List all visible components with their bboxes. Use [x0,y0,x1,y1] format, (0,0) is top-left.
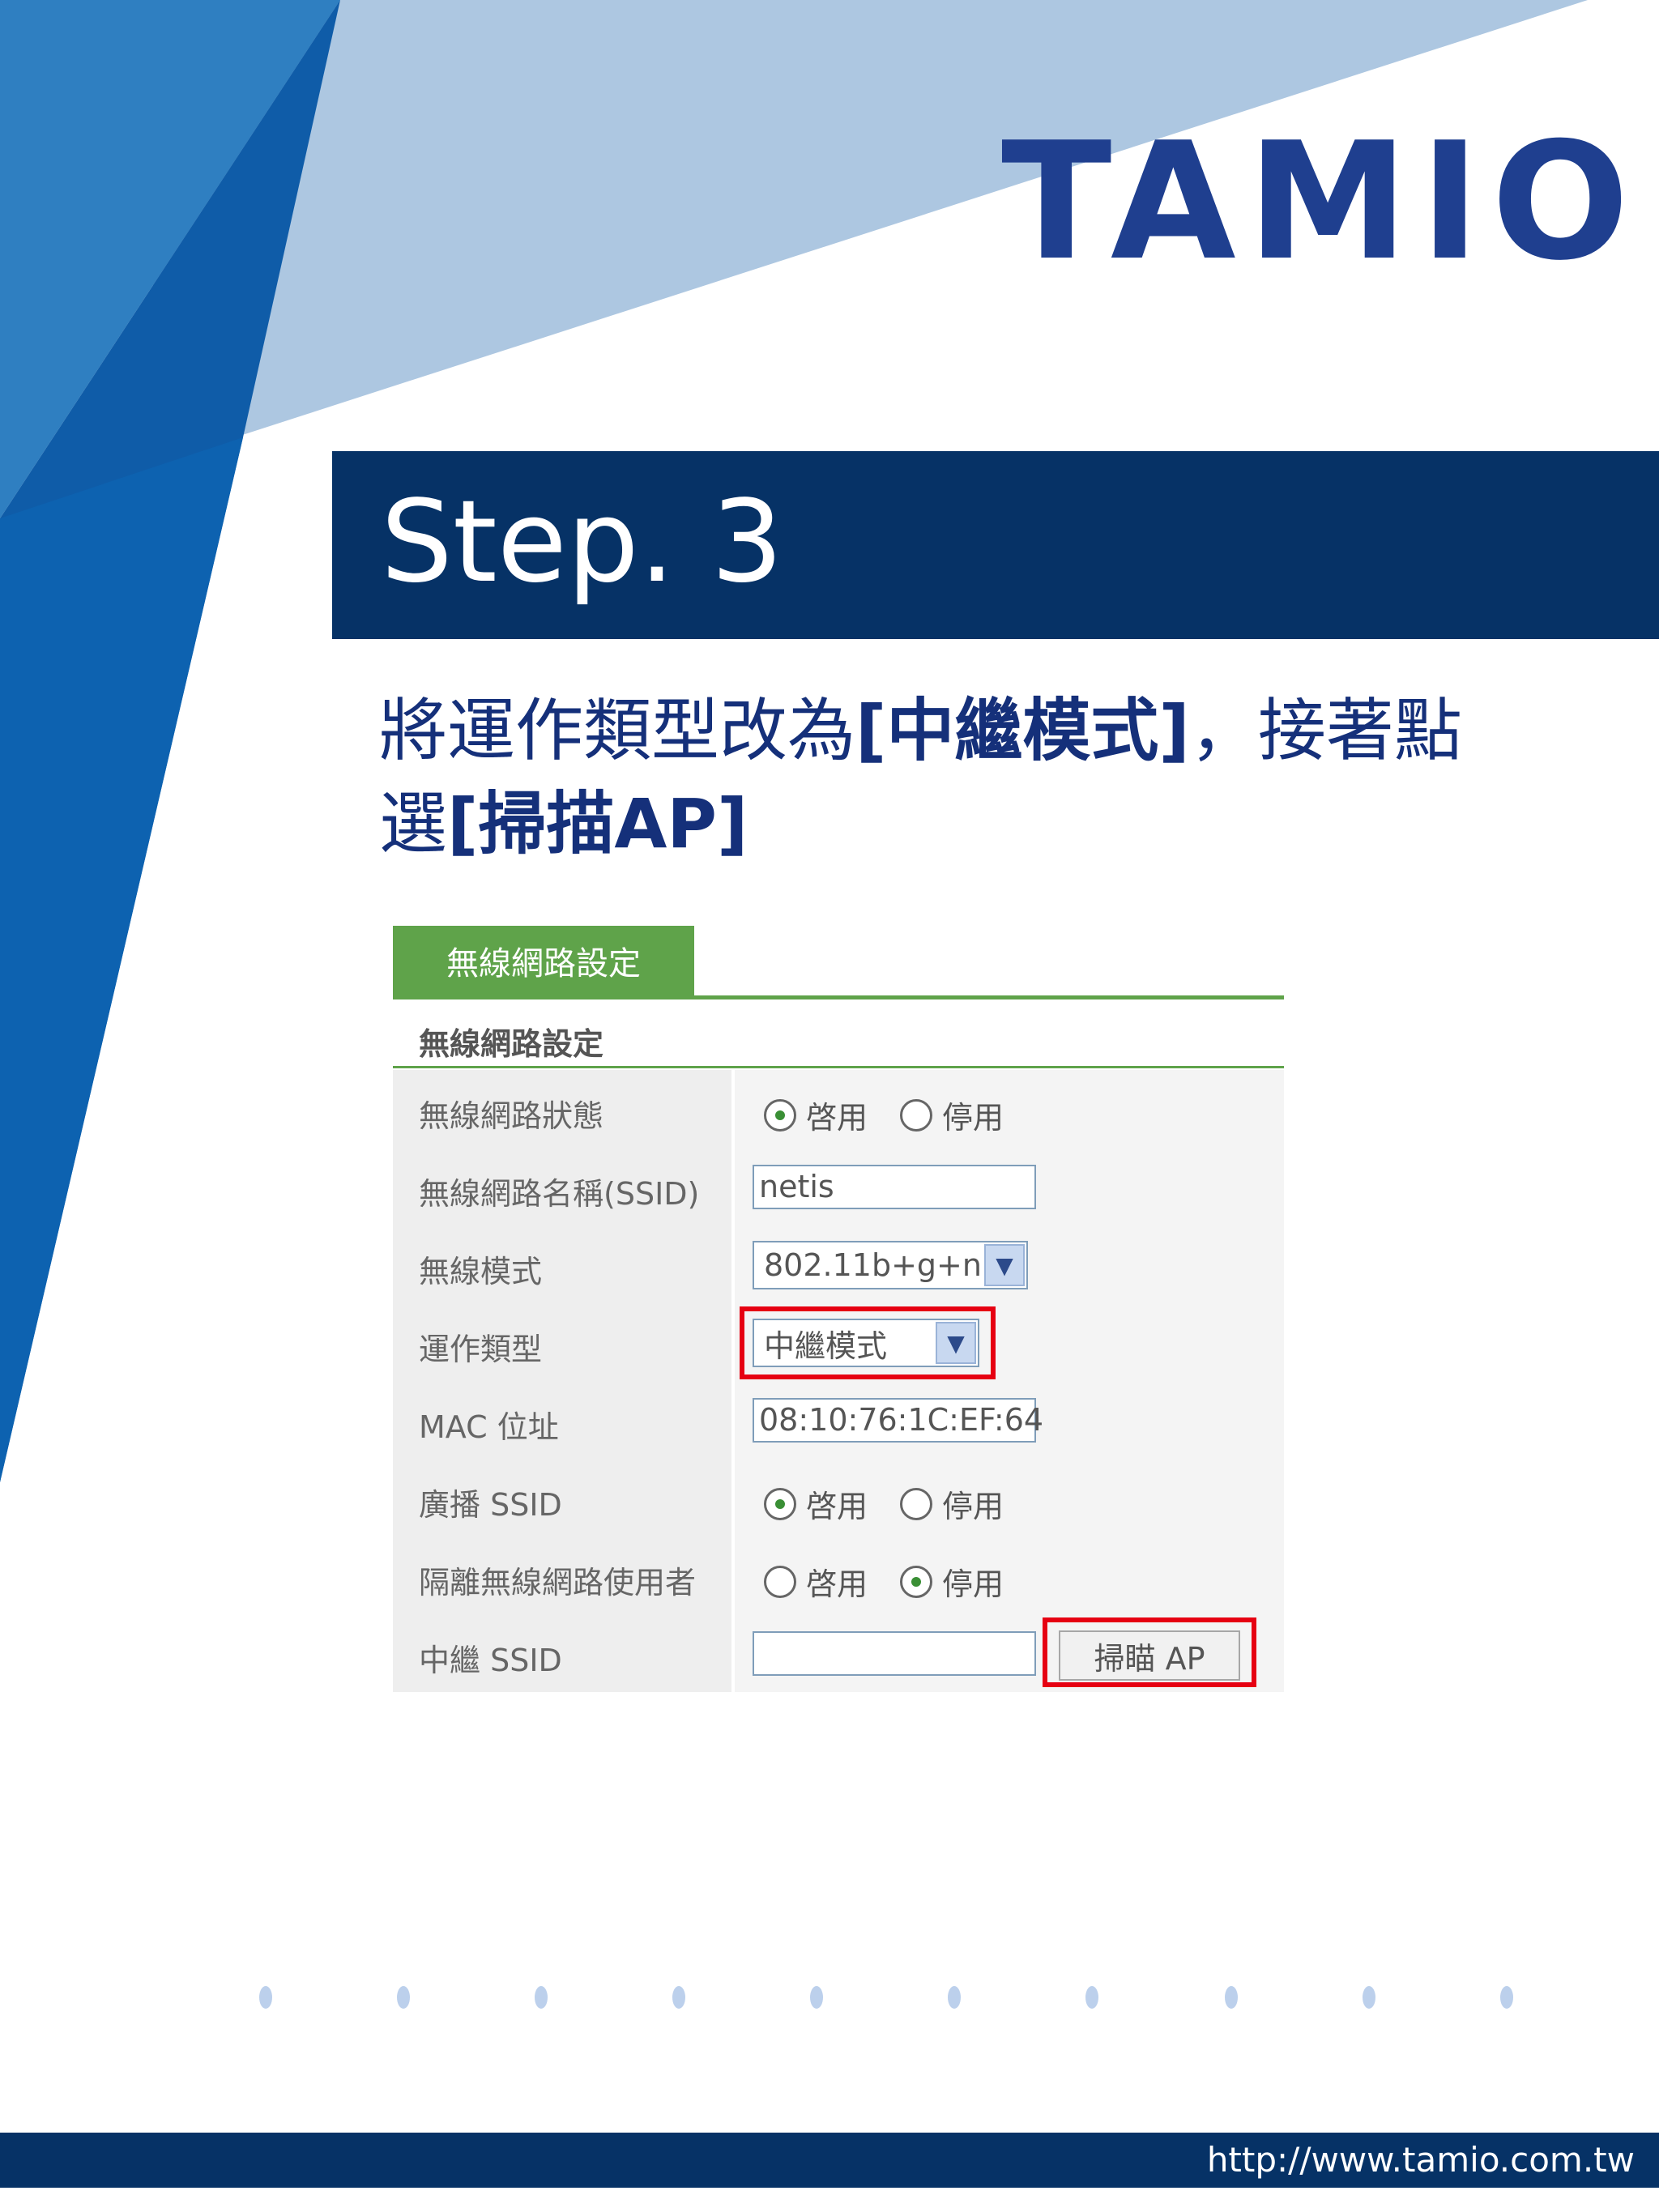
wireless-mode-value: 802.11b+g+n [764,1247,982,1283]
row-broadcast-ssid: 廣播 SSID 啓用 停用 [393,1459,1284,1536]
radio-icon[interactable] [764,1487,796,1520]
instruction-line2-bold: [掃描AP] [447,784,748,863]
blue-sliver [0,437,243,1482]
dot [810,1986,823,2009]
radio-icon[interactable] [900,1487,933,1520]
tamio-logo: TAMIO [1001,108,1641,296]
label-cell: MAC 位址 [393,1381,733,1459]
wireless-mode-select[interactable]: 802.11b+g+n ▼ [753,1241,1028,1289]
label-cell: 運作類型 [393,1303,733,1381]
row-mac-address: MAC 位址 08:10:76:1C:EF:64 [393,1381,1284,1459]
isolate-users-label: 隔離無線網路使用者 [419,1565,697,1600]
relay-ssid-label: 中繼 SSID [419,1643,562,1678]
footer-url[interactable]: http://www.tamio.com.tw [1207,2140,1635,2180]
wireless-status-disable[interactable]: 停用 [942,1093,1004,1137]
value-cell: 啓用 停用 [735,1070,1284,1148]
radio-icon[interactable] [764,1565,796,1598]
row-isolate-users: 隔離無線網路使用者 啓用 停用 [393,1536,1284,1614]
isolate-users-disable[interactable]: 停用 [942,1559,1004,1604]
row-ssid: 無線網路名稱(SSID) netis [393,1148,1284,1225]
broadcast-ssid-radio-group: 啓用 停用 [764,1481,1036,1526]
instruction-line1-pre: 將運作類型改為 [379,691,856,770]
radio-icon[interactable] [900,1098,933,1132]
tab-wireless-settings[interactable]: 無線網路設定 [393,926,694,995]
broadcast-ssid-label: 廣播 SSID [419,1487,562,1523]
label-cell: 無線模式 [393,1225,733,1303]
label-cell: 隔離無線網路使用者 [393,1536,733,1614]
dot [1225,1986,1238,2009]
instruction-line1-bold: [中繼模式] [855,691,1190,770]
highlight-box [740,1306,996,1379]
dot [535,1986,548,2009]
row-operation-type: 運作類型 中繼模式 ▼ [393,1303,1284,1381]
value-cell: 08:10:76:1C:EF:64 [735,1381,1284,1459]
wireless-status-label: 無線網路狀態 [419,1098,604,1134]
dot [1085,1986,1098,2009]
value-cell: 啓用 停用 [735,1536,1284,1614]
ssid-label: 無線網路名稱(SSID) [419,1176,700,1212]
wireless-mode-label: 無線模式 [419,1254,543,1289]
broadcast-ssid-enable[interactable]: 啓用 [806,1481,868,1526]
dot [259,1986,272,2009]
wireless-settings-panel: 無線網路設定 無線網路設定 無線網路狀態 啓用 停用 無線網路名稱(SSID) [393,926,1284,1707]
label-cell: 無線網路狀態 [393,1070,733,1148]
dot [1500,1986,1513,2009]
wireless-status-radio-group: 啓用 停用 [764,1093,1036,1137]
settings-rows: 無線網路狀態 啓用 停用 無線網路名稱(SSID) netis 無線模式 802… [393,1070,1284,1692]
dot [397,1986,410,2009]
row-wireless-mode: 無線模式 802.11b+g+n ▼ [393,1225,1284,1303]
ssid-input[interactable]: netis [753,1165,1036,1209]
isolate-users-radio-group: 啓用 停用 [764,1559,1036,1604]
step-title: Step. 3 [381,476,783,608]
chevron-down-icon[interactable]: ▼ [984,1244,1025,1286]
dot [1363,1986,1375,2009]
instruction-text: 將運作類型改為[中繼模式]，接著點 選[掃描AP] [379,684,1627,871]
instruction-line2-pre: 選 [379,784,448,863]
value-cell: 啓用 停用 [735,1459,1284,1536]
label-cell: 無線網路名稱(SSID) [393,1148,733,1225]
label-cell: 廣播 SSID [393,1459,733,1536]
broadcast-ssid-disable[interactable]: 停用 [942,1481,1004,1526]
wireless-status-enable[interactable]: 啓用 [806,1093,868,1137]
value-cell: 掃瞄 AP [735,1614,1284,1692]
section-title: 無線網路設定 [419,1026,604,1062]
instruction-line1-post: ，接著點 [1189,691,1462,770]
radio-icon[interactable] [900,1565,933,1598]
value-cell: 中繼模式 ▼ [735,1303,1284,1381]
radio-icon[interactable] [764,1098,796,1132]
operation-type-label: 運作類型 [419,1332,543,1367]
relay-ssid-input[interactable] [753,1631,1036,1676]
mac-address-field: 08:10:76:1C:EF:64 [753,1398,1043,1443]
highlight-box [1043,1617,1256,1687]
row-relay-ssid: 中繼 SSID 掃瞄 AP [393,1614,1284,1692]
dot [948,1986,961,2009]
section-header: 無線網路設定 [393,999,1284,1068]
isolate-users-enable[interactable]: 啓用 [806,1559,868,1604]
value-cell: netis [735,1148,1284,1225]
mac-address-label: MAC 位址 [419,1409,559,1445]
dot [672,1986,685,2009]
row-wireless-status: 無線網路狀態 啓用 停用 [393,1070,1284,1148]
value-cell: 802.11b+g+n ▼ [735,1225,1284,1303]
label-cell: 中繼 SSID [393,1614,733,1692]
